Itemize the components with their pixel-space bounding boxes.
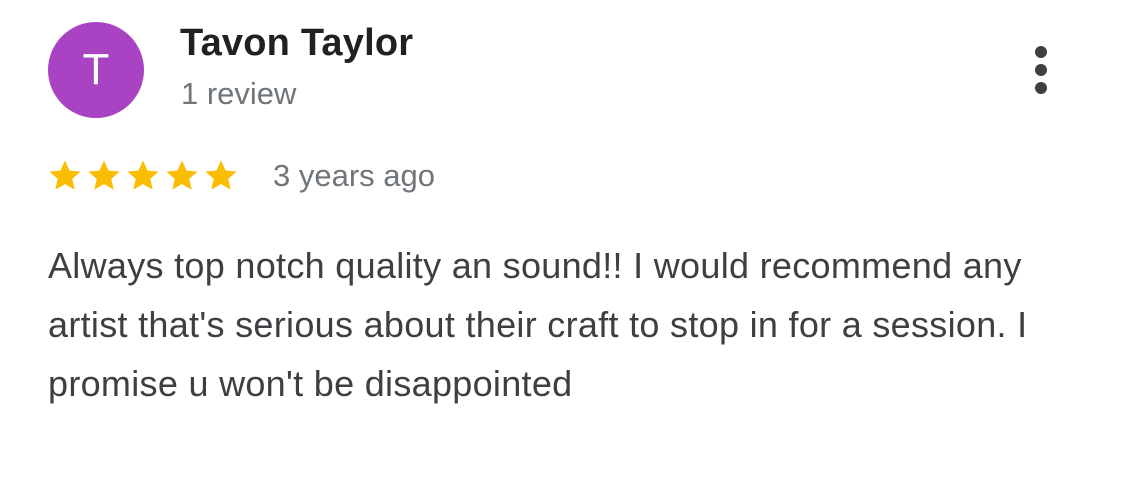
star-filled-icon [163, 157, 201, 195]
review-date: 3 years ago [273, 158, 435, 193]
review-count[interactable]: 1 review [181, 76, 296, 112]
star-filled-icon [46, 157, 84, 195]
more-vert-icon [1035, 46, 1047, 58]
star-filled-icon [202, 157, 240, 195]
more-options-button[interactable] [1020, 40, 1062, 100]
star-filled-icon [85, 157, 123, 195]
avatar-letter: T [82, 45, 110, 94]
review-card: T Tavon Taylor 1 review 3 years ago Alwa… [0, 0, 1125, 489]
review-text: Always top notch quality an sound!! I wo… [48, 245, 1028, 404]
star-rating [46, 157, 241, 195]
avatar[interactable]: T [48, 22, 144, 118]
rating-row: 3 years ago [46, 152, 435, 200]
star-filled-icon [124, 157, 162, 195]
more-vert-icon-dot [1035, 82, 1047, 94]
more-vert-icon-dot [1035, 64, 1047, 76]
author-name[interactable]: Tavon Taylor [180, 22, 413, 65]
